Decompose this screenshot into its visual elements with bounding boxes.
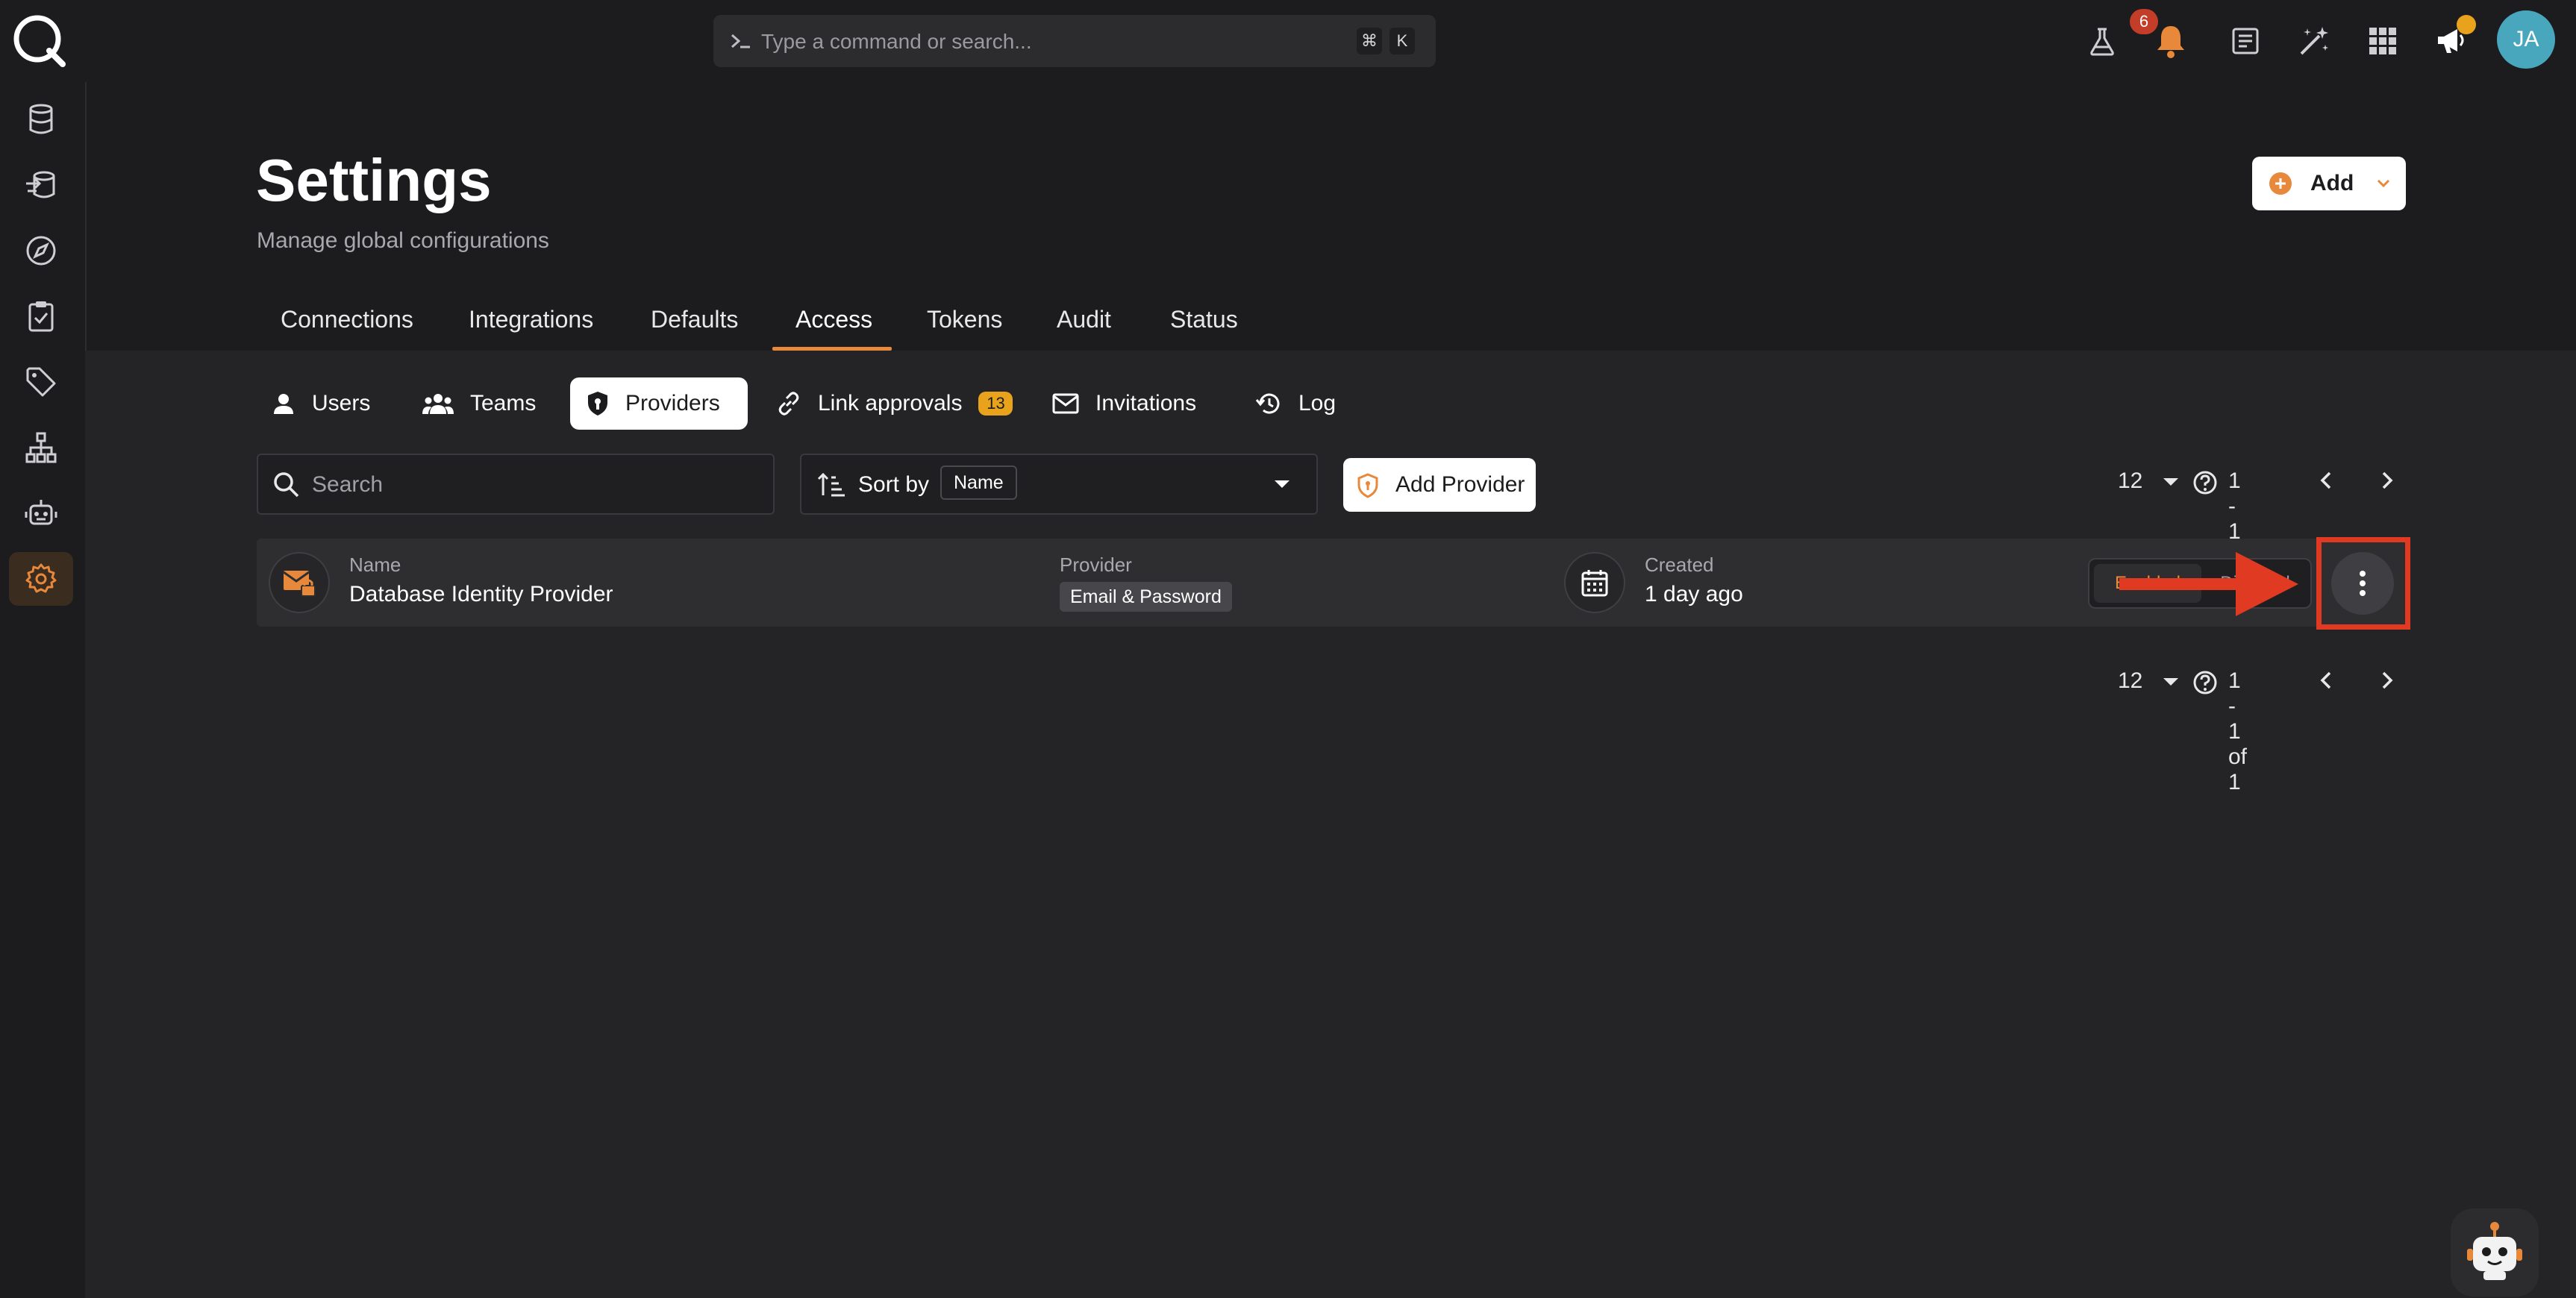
apps-grid-icon[interactable]	[2363, 21, 2403, 61]
user-icon	[272, 392, 296, 416]
provider-caption: Provider	[1060, 554, 1132, 576]
subtab-teams[interactable]: Teams	[422, 377, 536, 430]
add-button-label: Add	[2310, 171, 2354, 195]
page-size-select[interactable]: 12	[2118, 468, 2142, 494]
tab-access[interactable]: Access	[795, 306, 872, 333]
sort-label: Sort by	[858, 472, 930, 497]
clipboard-check-icon	[26, 300, 56, 333]
annotation-highlight-box	[2316, 537, 2410, 630]
caret-down-icon[interactable]	[2163, 477, 2179, 486]
chevron-left-icon[interactable]	[2318, 468, 2336, 492]
user-avatar[interactable]: JA	[2497, 10, 2555, 69]
link-icon	[776, 391, 801, 416]
caret-down-icon	[1273, 479, 1291, 489]
annotation-arrow-icon	[2119, 552, 2306, 616]
chevron-down-icon	[2375, 175, 2392, 192]
subtab-users-label: Users	[312, 391, 371, 416]
sort-dropdown[interactable]: Sort by Name	[800, 454, 1318, 515]
tab-defaults[interactable]: Defaults	[651, 306, 738, 333]
sparkle-icon[interactable]	[2294, 21, 2334, 61]
page-size-select[interactable]: 12	[2118, 668, 2142, 694]
assistant-bot-button[interactable]	[2451, 1208, 2539, 1297]
announcement-dot	[2457, 15, 2476, 34]
flask-icon[interactable]	[2082, 21, 2122, 61]
document-icon[interactable]	[2225, 21, 2266, 61]
tag-icon	[25, 366, 57, 398]
sidebar-item-tags[interactable]	[9, 355, 73, 409]
subtab-invitations-label: Invitations	[1095, 391, 1197, 416]
pagination-range: 1 - 1 of 1	[2228, 668, 2248, 794]
history-icon	[1255, 391, 1282, 416]
subtab-invitations[interactable]: Invitations	[1052, 377, 1196, 430]
chevron-right-icon[interactable]	[2378, 468, 2395, 492]
subtab-log[interactable]: Log	[1255, 377, 1336, 430]
subtab-providers-label: Providers	[625, 391, 720, 416]
subtab-log-label: Log	[1298, 391, 1337, 416]
shield-icon	[1357, 473, 1379, 498]
sort-ascending-icon	[816, 471, 846, 498]
calendar-icon	[1564, 552, 1625, 613]
compass-icon	[25, 234, 57, 267]
terminal-prompt-icon	[730, 31, 752, 51]
page-subtitle: Manage global configurations	[257, 228, 549, 253]
provider-name: Database Identity Provider	[349, 582, 613, 606]
tab-audit[interactable]: Audit	[1057, 306, 1111, 333]
sidebar-item-settings[interactable]	[9, 552, 73, 606]
chevron-right-icon[interactable]	[2378, 668, 2395, 692]
subtab-link-approvals[interactable]: Link approvals 13	[776, 377, 1013, 430]
team-icon	[422, 392, 454, 415]
mail-lock-icon	[269, 552, 330, 613]
sidebar-item-explore[interactable]	[9, 224, 73, 278]
sidebar-item-database[interactable]	[9, 93, 73, 146]
sidebar-item-ingest[interactable]	[9, 158, 73, 212]
add-provider-button[interactable]: Add Provider	[1343, 458, 1536, 512]
chevron-left-icon[interactable]	[2318, 668, 2336, 692]
ingest-icon	[25, 169, 57, 201]
plus-circle-icon	[2269, 172, 2292, 195]
tab-integrations[interactable]: Integrations	[469, 306, 593, 333]
shield-key-icon	[587, 391, 609, 416]
top-bar: Type a command or search... ⌘ K 6 JA	[0, 0, 2576, 82]
search-icon	[273, 471, 300, 498]
tab-tokens[interactable]: Tokens	[927, 306, 1002, 333]
sidebar-item-quality[interactable]	[9, 289, 73, 343]
page-title: Settings	[256, 147, 492, 213]
add-provider-label: Add Provider	[1395, 472, 1525, 497]
shortcut-key-k: K	[1389, 28, 1415, 54]
subtab-link-approvals-label: Link approvals	[818, 391, 963, 416]
shortcut-key-cmd: ⌘	[1357, 28, 1382, 54]
app-logo-icon[interactable]	[10, 12, 67, 69]
robot-icon	[25, 497, 57, 530]
help-icon[interactable]	[2192, 470, 2218, 495]
tab-connections[interactable]: Connections	[281, 306, 413, 333]
name-caption: Name	[349, 554, 401, 576]
notification-count-badge: 6	[2130, 9, 2158, 34]
sidebar-item-hierarchy[interactable]	[9, 421, 73, 474]
table-row[interactable]: Name Database Identity Provider Provider…	[257, 539, 2407, 627]
subtab-teams-label: Teams	[470, 391, 537, 416]
command-placeholder: Type a command or search...	[761, 30, 1032, 53]
robot-icon	[2463, 1220, 2527, 1285]
add-button[interactable]: Add	[2252, 157, 2406, 210]
subtab-users[interactable]: Users	[272, 377, 370, 430]
caret-down-icon[interactable]	[2163, 677, 2179, 686]
link-approvals-count-badge: 13	[978, 392, 1013, 416]
provider-type-chip: Email & Password	[1060, 582, 1232, 612]
help-icon[interactable]	[2192, 670, 2218, 695]
envelope-icon	[1052, 393, 1079, 414]
database-icon	[26, 103, 56, 136]
created-value: 1 day ago	[1645, 582, 1743, 606]
subtab-providers[interactable]: Providers	[570, 377, 748, 430]
hierarchy-icon	[25, 431, 57, 464]
command-search-bar[interactable]: Type a command or search... ⌘ K	[713, 15, 1436, 67]
search-box	[257, 454, 775, 515]
sort-value-chip: Name	[940, 465, 1017, 500]
created-caption: Created	[1645, 554, 1714, 576]
sidebar-item-bot[interactable]	[9, 486, 73, 540]
search-input[interactable]	[310, 468, 746, 501]
gear-icon	[25, 562, 57, 595]
tab-status[interactable]: Status	[1170, 306, 1238, 333]
